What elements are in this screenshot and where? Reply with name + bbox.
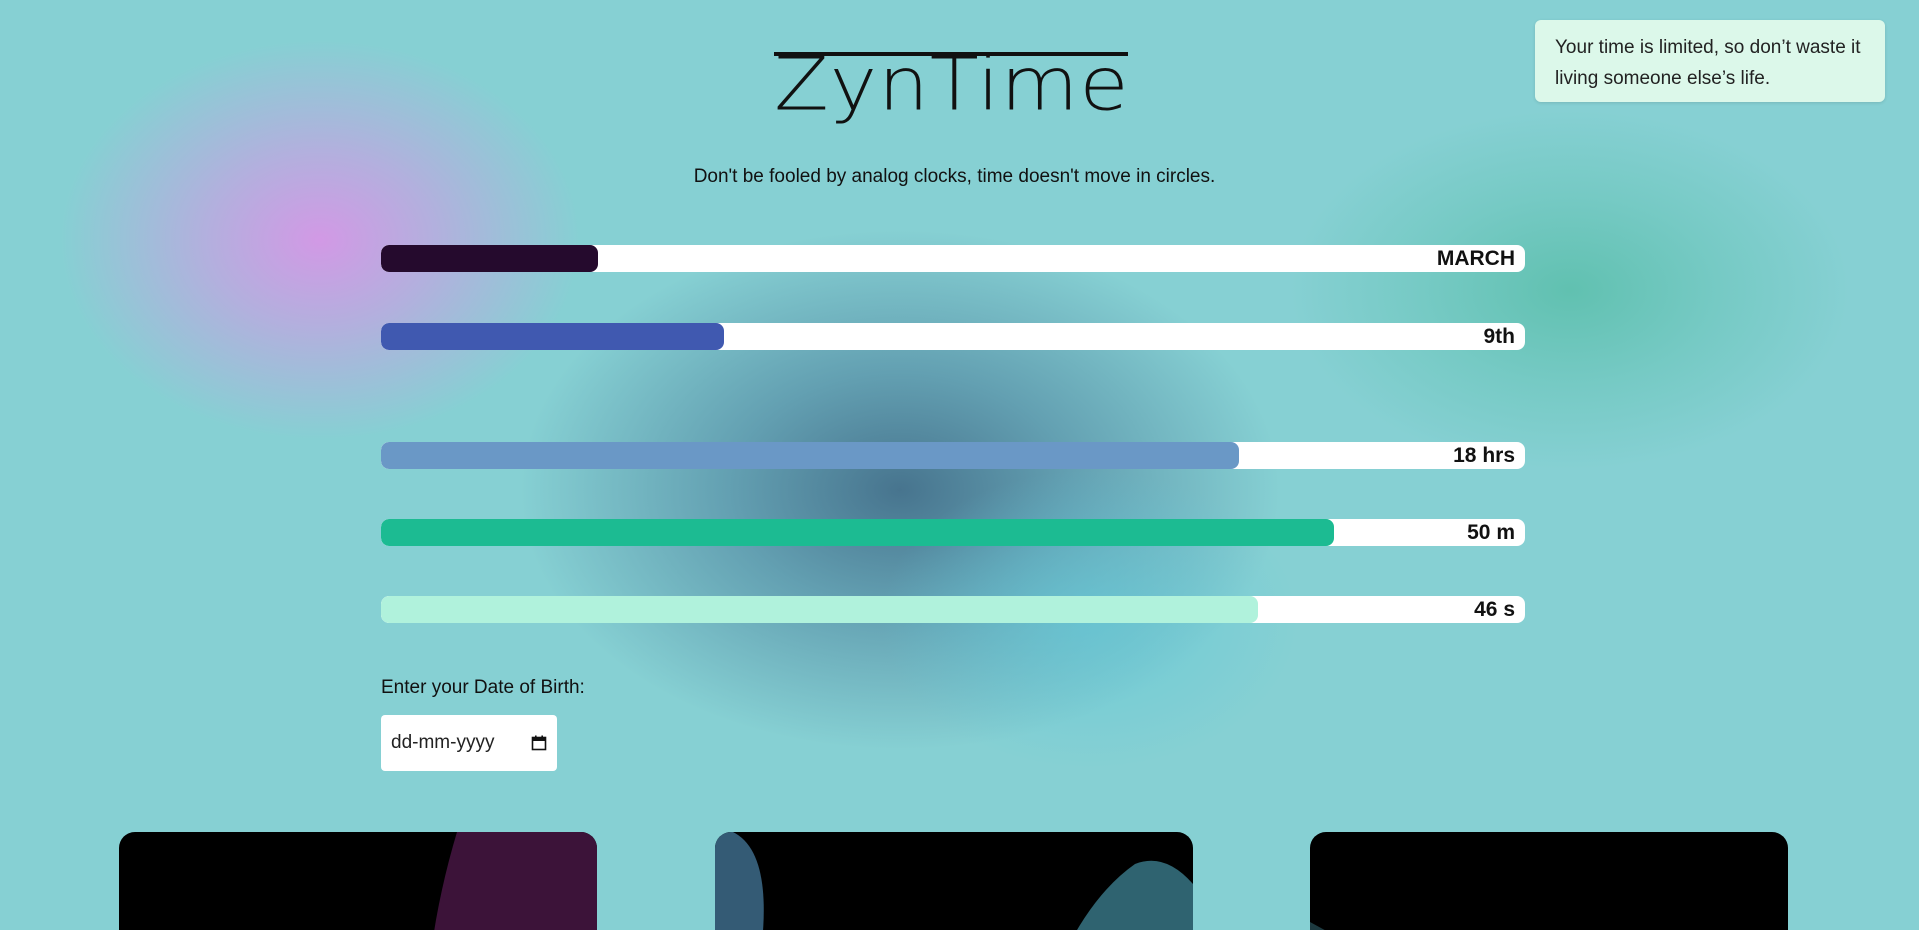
card-3-decoration: [1310, 922, 1325, 930]
hour-progress-fill: [381, 442, 1239, 469]
hour-label: 18 hrs: [1453, 444, 1515, 467]
dob-date-input[interactable]: dd-mm-yyyy: [381, 715, 557, 771]
feature-card-3[interactable]: [1310, 832, 1788, 930]
tagline: Don't be fooled by analog clocks, time d…: [693, 166, 1216, 187]
minute-progress-fill: [381, 519, 1334, 546]
card-2-decoration: [715, 832, 1193, 930]
day-progress-fill: [381, 323, 725, 350]
month-progress-fill: [381, 245, 599, 272]
day-progress-bar: 9th: [381, 323, 1525, 350]
minute-label: 50 m: [1467, 521, 1515, 544]
logo-text: ZynTime: [774, 41, 1130, 128]
second-progress-fill: [381, 596, 1259, 623]
dob-placeholder: dd-mm-yyyy: [391, 732, 495, 753]
second-label: 46 s: [1474, 598, 1515, 621]
day-label: 9th: [1483, 325, 1516, 348]
feature-card-1[interactable]: [119, 832, 597, 930]
feature-card-2[interactable]: [715, 832, 1193, 930]
background-blob-dark: [520, 230, 1280, 750]
month-progress-bar: MARCH: [381, 245, 1525, 272]
minute-progress-bar: 50 m: [381, 519, 1525, 546]
dob-label: Enter your Date of Birth:: [381, 677, 585, 698]
background-blob-pink: [60, 40, 580, 440]
app-logo: ZynTime: [774, 36, 1134, 136]
second-progress-bar: 46 s: [381, 596, 1525, 623]
quote-card: Your time is limited, so don’t waste it …: [1535, 20, 1885, 102]
background-blob-teal: [1290, 110, 1850, 470]
month-label: MARCH: [1436, 247, 1515, 270]
hour-progress-bar: 18 hrs: [381, 442, 1525, 469]
calendar-icon[interactable]: [531, 735, 547, 751]
card-1-decoration: [434, 832, 597, 930]
